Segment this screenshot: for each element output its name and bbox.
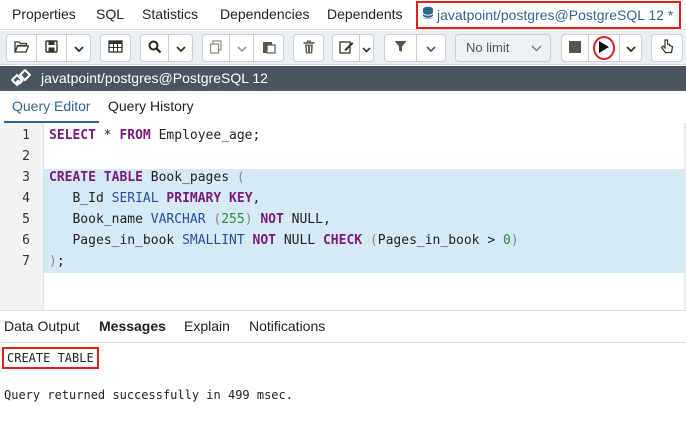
line-number: 7	[22, 254, 30, 269]
tab-statistics[interactable]: Statistics	[142, 0, 198, 30]
row-limit-select[interactable]: No limit	[455, 34, 551, 62]
pointer-icon	[660, 39, 674, 57]
edit-grid-button[interactable]	[100, 34, 131, 62]
chevron-down-icon	[426, 40, 436, 56]
open-file-button[interactable]	[6, 34, 37, 62]
save-button[interactable]	[37, 34, 67, 62]
run-highlight-circle	[593, 36, 615, 60]
top-tab-bar: Properties SQL Statistics Dependencies D…	[0, 0, 686, 30]
find-options-button[interactable]	[169, 34, 193, 62]
code-line-3: CREATE TABLE Book_pages (	[49, 170, 245, 185]
tab-query-editor[interactable]: Query Editor	[4, 91, 99, 123]
run-options-button[interactable]	[620, 34, 642, 62]
code-editor[interactable]: 1 2 3 4 5 6 7 SELECT * FROM Employee_age…	[0, 123, 686, 310]
edit-button[interactable]	[332, 34, 360, 62]
save-options-button[interactable]	[67, 34, 91, 62]
message-detail: Query returned successfully in 499 msec.	[4, 388, 293, 402]
tab-sql[interactable]: SQL	[96, 0, 124, 30]
line-number: 6	[22, 233, 30, 248]
tab-query-tool[interactable]: javatpoint/postgres@PostgreSQL 12 *	[416, 1, 682, 29]
tab-query-history[interactable]: Query History	[100, 91, 202, 123]
folder-open-icon	[14, 40, 30, 56]
query-title-bar: javatpoint/postgres@PostgreSQL 12	[0, 66, 686, 91]
code-line-6: Pages_in_book SMALLINT NOT NULL CHECK (P…	[49, 233, 519, 248]
code-line-5: Book_name VARCHAR (255) NOT NULL,	[49, 212, 331, 227]
connection-title: javatpoint/postgres@PostgreSQL 12	[41, 70, 268, 86]
filter-icon	[394, 40, 407, 56]
message-result: CREATE TABLE	[2, 347, 99, 369]
line-number: 4	[22, 191, 30, 206]
find-button[interactable]	[140, 34, 169, 62]
code-line-1: SELECT * FROM Employee_age;	[49, 128, 261, 143]
database-icon	[422, 3, 434, 27]
line-number-gutter: 1 2 3 4 5 6 7	[0, 123, 44, 310]
copy-icon	[209, 39, 223, 57]
copy-options-button[interactable]	[230, 34, 254, 62]
chevron-down-icon	[625, 40, 636, 56]
delete-icon	[303, 40, 315, 57]
editor-tabs: Query Editor Query History	[0, 91, 686, 123]
tab-dependencies[interactable]: Dependencies	[220, 0, 310, 30]
chevron-down-icon	[362, 40, 371, 56]
row-limit-value: No limit	[466, 40, 510, 55]
tab-data-output[interactable]: Data Output	[4, 311, 80, 342]
line-number: 1	[22, 128, 30, 143]
output-panel: Data Output Messages Explain Notificatio…	[0, 310, 686, 435]
code-line-4: B_Id SERIAL PRIMARY KEY,	[49, 191, 261, 206]
save-icon	[45, 40, 58, 56]
paste-button[interactable]	[254, 34, 284, 62]
line-number: 2	[22, 149, 30, 164]
code-line-7: );	[49, 254, 65, 269]
line-number: 5	[22, 212, 30, 227]
filter-button[interactable]	[384, 34, 417, 62]
filter-options-button[interactable]	[417, 34, 446, 62]
delete-button[interactable]	[293, 34, 324, 62]
edit-icon	[338, 40, 354, 57]
commit-button[interactable]	[651, 34, 683, 62]
grid-icon	[108, 40, 123, 56]
chevron-down-icon	[73, 40, 84, 56]
output-tabs: Data Output Messages Explain Notificatio…	[0, 311, 686, 343]
copy-button[interactable]	[202, 34, 230, 62]
line-number: 3	[22, 170, 30, 185]
paste-icon	[262, 40, 276, 57]
tab-notifications[interactable]: Notifications	[249, 311, 325, 342]
toolbar: No limit	[0, 31, 686, 65]
stop-button[interactable]	[561, 34, 589, 62]
tab-messages[interactable]: Messages	[99, 311, 166, 342]
chevron-down-icon	[236, 40, 247, 56]
chevron-down-icon	[531, 35, 542, 61]
tab-explain[interactable]: Explain	[184, 311, 230, 342]
search-icon	[148, 40, 162, 57]
tab-dependents[interactable]: Dependents	[327, 0, 403, 30]
stop-icon	[569, 40, 581, 56]
tab-query-tool-label: javatpoint/postgres@PostgreSQL 12 *	[437, 7, 674, 23]
edit-options-button[interactable]	[360, 34, 374, 62]
connection-plug-icon	[10, 68, 32, 88]
tab-properties[interactable]: Properties	[12, 0, 76, 30]
chevron-down-icon	[175, 40, 186, 56]
